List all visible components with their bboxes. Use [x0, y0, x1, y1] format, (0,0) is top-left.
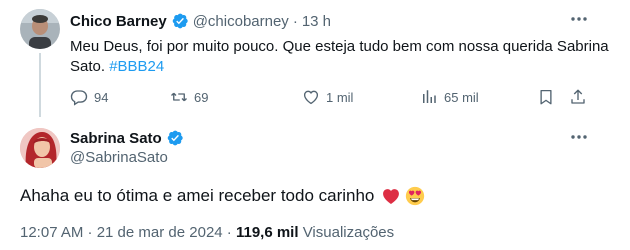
tweet-text: Meu Deus, foi por muito pouco. Que estej…: [70, 37, 610, 77]
like-button[interactable]: 1 mil: [302, 87, 353, 107]
tweet-header: Sabrina Sato: [70, 128, 184, 148]
tweet-text-main: Ahaha eu to ótima e amei receber todo ca…: [20, 186, 375, 205]
tweet-header: Chico Barney @chicobarney · 13 h: [70, 11, 331, 31]
tweet-thread: Chico Barney @chicobarney · 13 h Meu Deu…: [0, 0, 630, 250]
more-icon[interactable]: [568, 130, 590, 148]
views-count: 65 mil: [444, 89, 479, 105]
tweet-timestamp[interactable]: 12:07 AM · 21 de mar de 2024 ·: [20, 224, 232, 241]
bookmark-icon: [540, 89, 552, 105]
reply-icon: [70, 90, 88, 106]
reply-count: 94: [94, 89, 109, 105]
views-total: 119,6 mil: [235, 224, 299, 241]
author-handle[interactable]: @SabrinaSato: [70, 149, 168, 166]
views-label: Visualizações: [302, 224, 395, 241]
thread-line: [39, 53, 41, 117]
share-icon: [571, 89, 585, 104]
avatar[interactable]: [20, 128, 60, 168]
views-button[interactable]: 65 mil: [420, 87, 479, 107]
heart-icon: [303, 90, 319, 105]
tweet-meta: 12:07 AM · 21 de mar de 2024 · 119,6 mil…: [20, 224, 394, 241]
like-count: 1 mil: [326, 89, 354, 105]
hashtag-link[interactable]: #BBB24: [109, 58, 164, 75]
share-button[interactable]: [569, 87, 587, 107]
main-tweet[interactable]: Sabrina Sato @SabrinaSato Ahaha eu to ót…: [0, 118, 630, 250]
verified-badge-icon: [166, 129, 184, 147]
avatar[interactable]: [20, 9, 60, 49]
author-name[interactable]: Sabrina Sato: [70, 130, 162, 147]
red-heart-icon: [381, 186, 401, 206]
author-handle[interactable]: @chicobarney: [193, 13, 289, 30]
tweet-text: Ahaha eu to ótima e amei receber todo ca…: [20, 185, 425, 207]
action-bar: 94 69 1 mil 65 mil: [70, 87, 590, 107]
separator: ·: [292, 12, 298, 30]
verified-badge-icon: [171, 12, 189, 30]
retweet-count: 69: [194, 89, 209, 105]
parent-tweet[interactable]: Chico Barney @chicobarney · 13 h Meu Deu…: [0, 0, 630, 118]
views-icon: [423, 90, 436, 103]
heart-eyes-icon: [405, 186, 425, 206]
retweet-icon: [171, 92, 187, 102]
more-icon[interactable]: [568, 12, 590, 30]
retweet-button[interactable]: 69: [170, 87, 208, 107]
author-name[interactable]: Chico Barney: [70, 13, 167, 30]
bookmark-button[interactable]: [537, 87, 555, 107]
tweet-time[interactable]: 13 h: [302, 13, 331, 30]
reply-button[interactable]: 94: [70, 87, 108, 107]
